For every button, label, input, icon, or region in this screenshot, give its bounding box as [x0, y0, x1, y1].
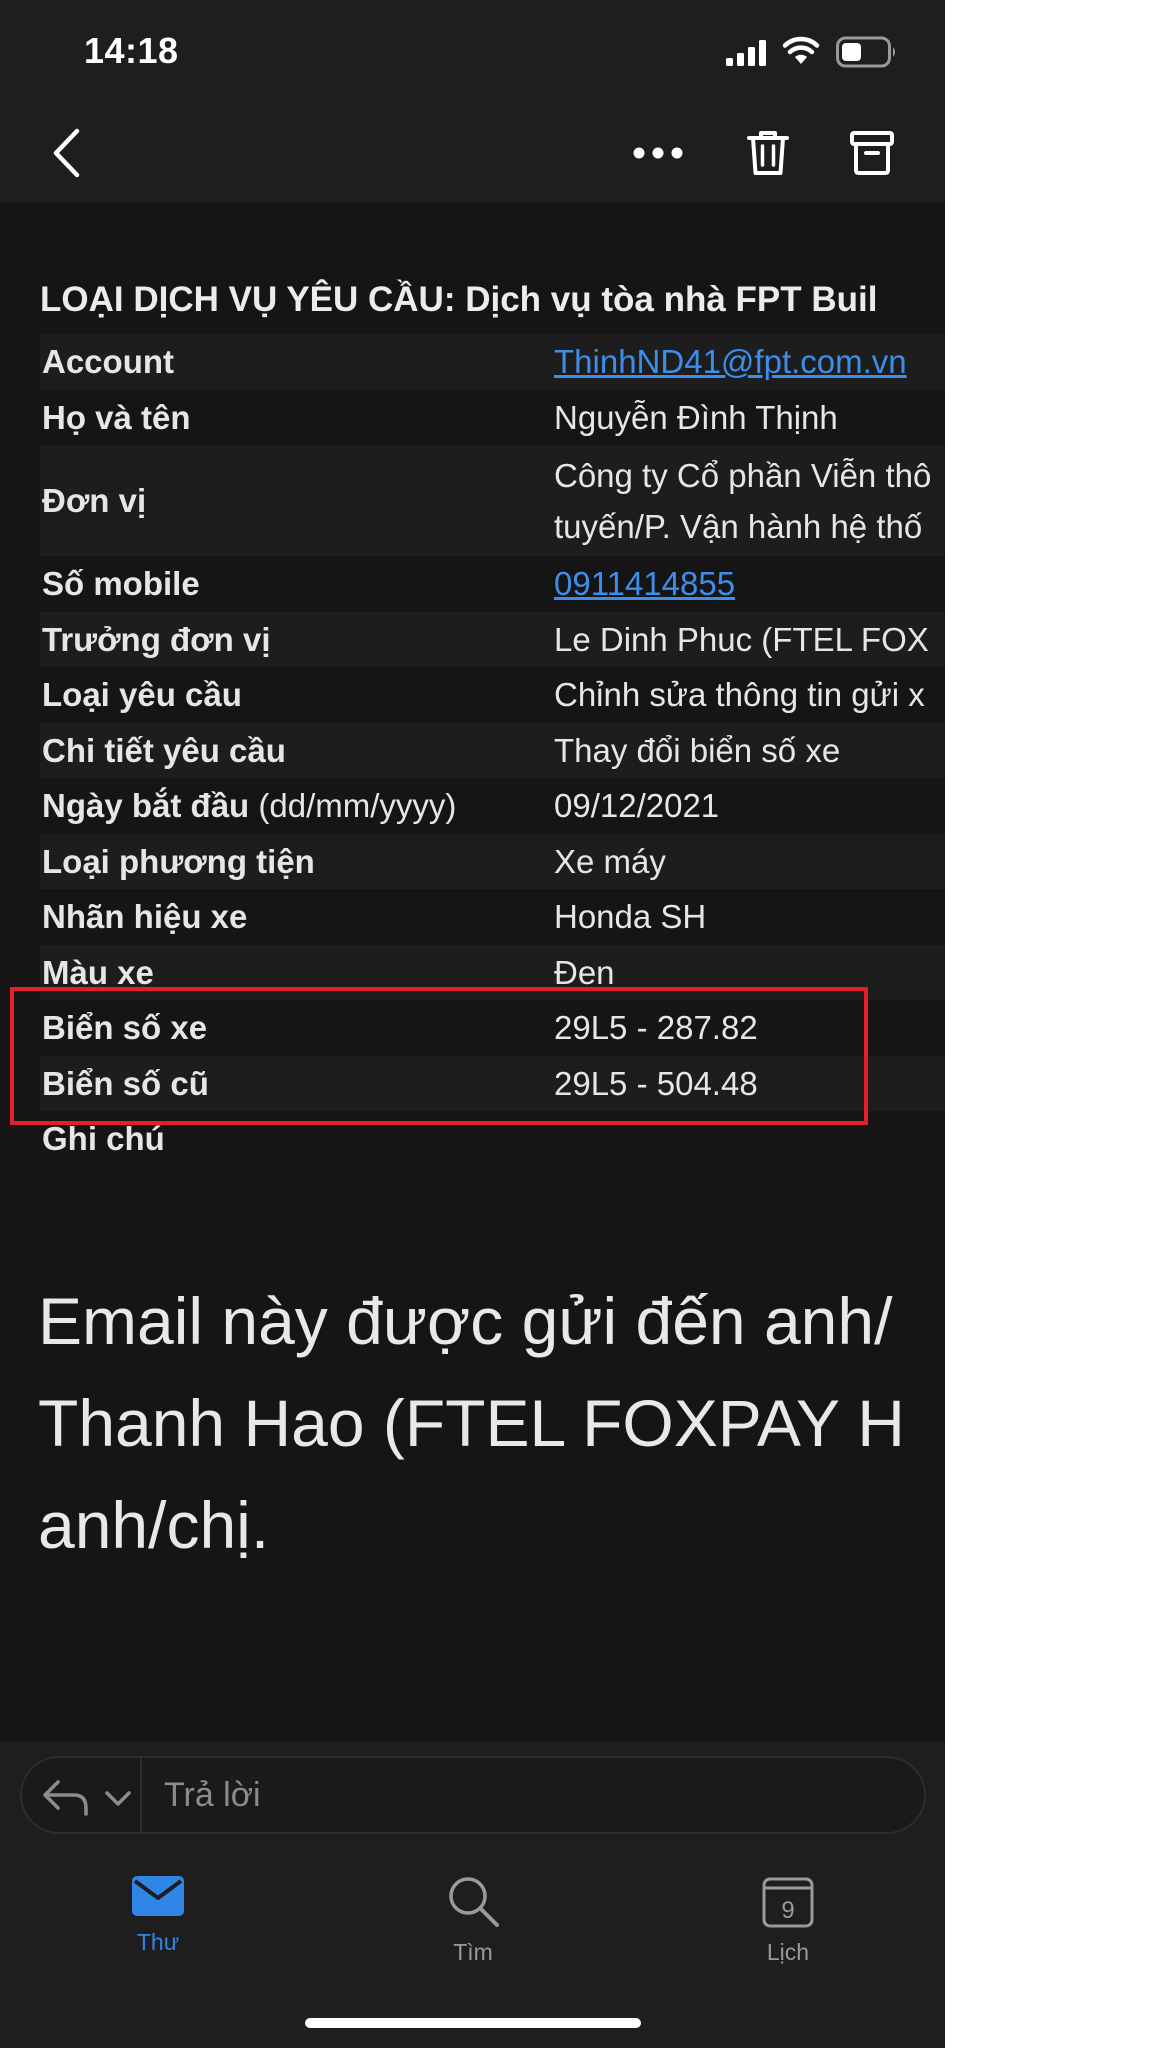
row-value-line: Công ty Cổ phần Viễn thô [554, 456, 932, 494]
row-label: Nhãn hiệu xe [42, 898, 248, 936]
archive-button[interactable] [840, 104, 904, 202]
row-value: Nguyễn Đình Thịnh [554, 398, 838, 436]
row-label: Loại phương tiện [42, 842, 315, 880]
tab-label: Lịch [766, 1939, 810, 1965]
row-label: Chi tiết yêu cầu [42, 731, 286, 769]
table-row: Nhãn hiệu xe Honda SH [40, 889, 945, 945]
row-label: Số mobile [42, 565, 200, 603]
row-value: Công ty Cổ phần Viễn thô tuyến/P. Vận hà… [552, 445, 945, 556]
table-row: Loại yêu cầu Chỉnh sửa thông tin gửi x [40, 667, 945, 723]
mail-icon [132, 1876, 184, 1916]
row-label: Ngày bắt đầu (dd/mm/yyyy) [40, 778, 552, 834]
phone-screen: 14:18 LOẠI DỊCH VỤ YÊU CẦU: Dịch vụ tòa … [0, 0, 945, 2048]
tab-mail[interactable]: Thư [78, 1874, 238, 1984]
email-body: LOẠI DỊCH VỤ YÊU CẦU: Dịch vụ tòa nhà FP… [0, 202, 945, 1742]
more-dots-icon [633, 147, 683, 159]
row-label: Loại yêu cầu [42, 676, 242, 714]
tab-label: Tìm [453, 1939, 493, 1965]
row-label: Trưởng đơn vị [42, 620, 271, 658]
row-label-text: Ngày bắt đầu [42, 787, 250, 825]
row-value-line: tuyến/P. Vận hành hệ thố [554, 507, 923, 545]
delete-button[interactable] [736, 104, 800, 202]
navigation-bar [0, 104, 945, 202]
row-value: Xe máy [554, 842, 666, 880]
row-value: 09/12/2021 [554, 787, 720, 825]
row-label: Đơn vị [42, 482, 147, 519]
home-indicator [305, 2018, 641, 2028]
row-value: Honda SH [554, 898, 707, 936]
reply-options-button[interactable] [42, 1766, 162, 1826]
tab-calendar[interactable]: 9 Lịch [708, 1874, 868, 1984]
cellular-signal-icon [726, 40, 766, 66]
mobile-phone-link[interactable]: 0911414855 [554, 565, 735, 602]
tab-label: Thư [136, 1929, 180, 1955]
row-value: Le Dinh Phuc (FTEL FOX [554, 620, 929, 658]
chevron-left-icon [53, 128, 80, 178]
reply-input[interactable]: Trả lời [164, 1770, 864, 1820]
reply-bar: Trả lời [20, 1756, 926, 1834]
license-plate-highlight-box [10, 987, 868, 1125]
back-button[interactable] [36, 104, 96, 202]
footer-line: Thanh Hao (FTEL FOXPAY H [38, 1386, 905, 1460]
row-label: Account [42, 343, 174, 381]
table-row: Loại phương tiện Xe máy [40, 833, 945, 889]
table-row: Họ và tên Nguyễn Đình Thịnh [40, 389, 945, 445]
calendar-icon: 9 [762, 1877, 814, 1928]
reply-area: Trả lời [0, 1742, 945, 1848]
battery-icon [836, 36, 895, 68]
table-row: Account ThinhND41@fpt.com.vn [40, 334, 945, 390]
row-value: ThinhND41@fpt.com.vn [552, 334, 945, 390]
row-value: Thay đổi biển số xe [554, 731, 841, 769]
table-row: Số mobile 0911414855 [40, 556, 945, 612]
search-icon [449, 1877, 499, 1927]
email-subject: LOẠI DỊCH VỤ YÊU CẦU: Dịch vụ tòa nhà FP… [40, 280, 878, 319]
trash-icon [747, 131, 789, 175]
date-format-note: (dd/mm/yyyy) [258, 787, 457, 825]
row-label: Họ và tên [42, 398, 191, 436]
row-value: Chỉnh sửa thông tin gửi x [554, 676, 925, 714]
table-row: Đơn vị Công ty Cổ phần Viễn thô tuyến/P.… [40, 445, 945, 556]
calendar-day-number: 9 [781, 1897, 794, 1924]
status-time: 14:18 [84, 30, 179, 71]
wifi-icon [782, 36, 820, 64]
footer-line: Email này được gửi đến anh/ [38, 1284, 893, 1358]
chevron-down-icon [105, 1791, 131, 1806]
email-footer-text: Email này được gửi đến anh/ Thanh Hao (F… [38, 1270, 945, 1576]
status-bar: 14:18 [0, 0, 945, 104]
tab-search[interactable]: Tìm [393, 1874, 553, 1984]
reply-arrow-icon [43, 1780, 88, 1816]
archive-box-icon [850, 131, 894, 175]
row-value: 0911414855 [552, 556, 945, 612]
more-options-button[interactable] [626, 104, 690, 202]
table-row: Trưởng đơn vị Le Dinh Phuc (FTEL FOX [40, 611, 945, 667]
table-row: Chi tiết yêu cầu Thay đổi biển số xe [40, 722, 945, 778]
footer-line: anh/chị. [38, 1488, 270, 1562]
reply-divider [140, 1758, 142, 1832]
table-row: Ngày bắt đầu (dd/mm/yyyy) 09/12/2021 [40, 778, 945, 834]
account-email-link[interactable]: ThinhND41@fpt.com.vn [554, 343, 907, 380]
